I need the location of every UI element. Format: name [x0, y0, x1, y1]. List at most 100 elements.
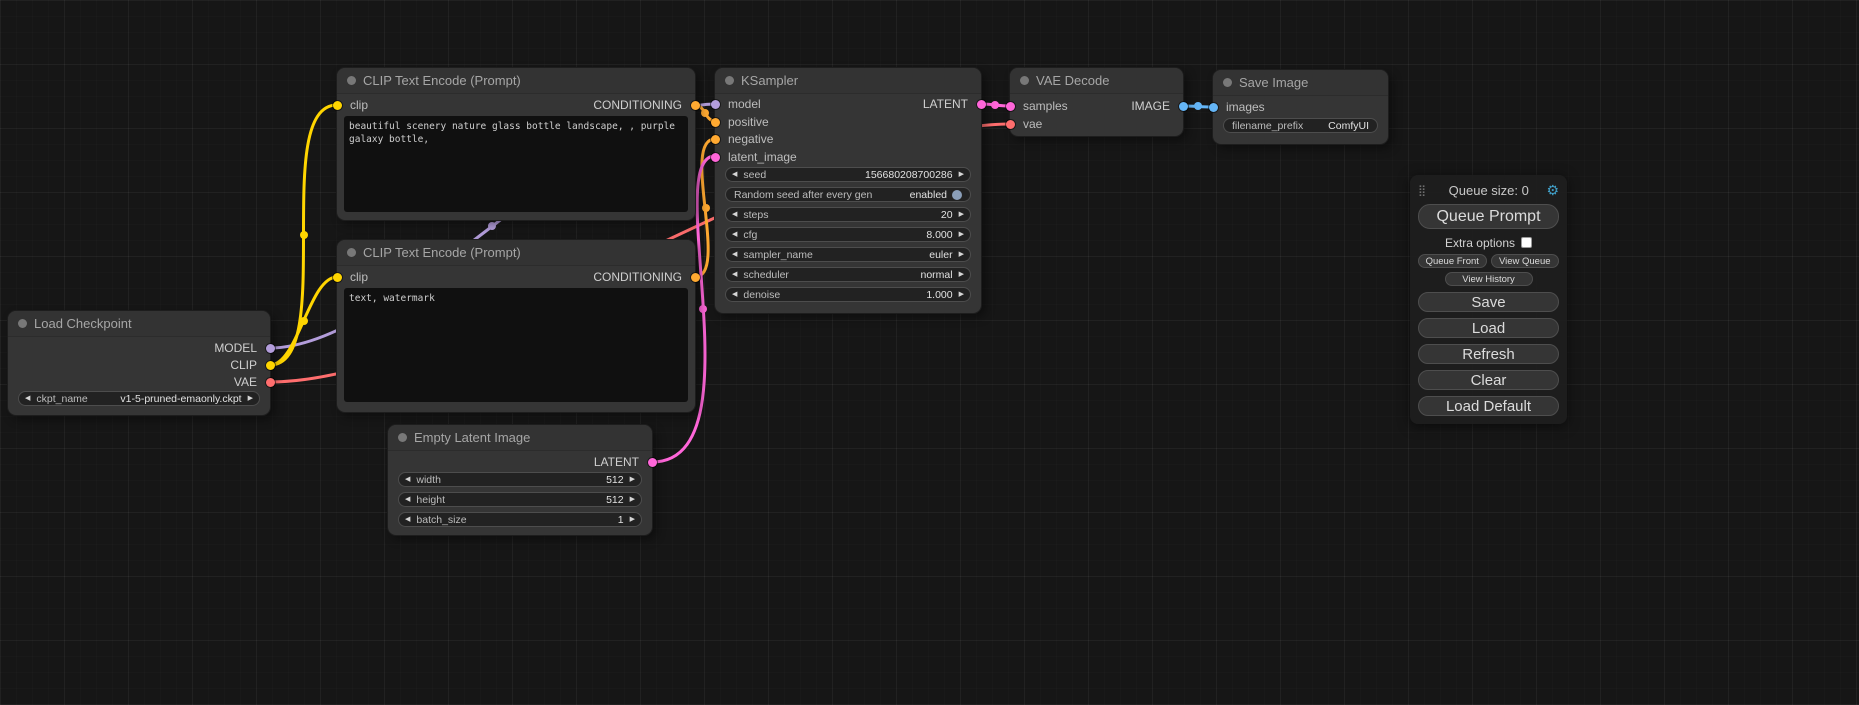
collapse-dot-icon[interactable]	[1223, 78, 1232, 87]
clip-input-port[interactable]	[333, 101, 342, 110]
extra-options-row: Extra options	[1418, 236, 1559, 249]
model-input-port[interactable]	[711, 100, 720, 109]
increment-arrow-icon[interactable]: ▶	[959, 171, 964, 178]
view-queue-button[interactable]: View Queue	[1491, 254, 1560, 268]
node-clip-text-encode-negative[interactable]: CLIP Text Encode (Prompt) clip CONDITION…	[337, 240, 695, 412]
ckpt-name-widget[interactable]: ◀ ckpt_name v1-5-pruned-emaonly.ckpt ▶	[18, 391, 260, 406]
queue-front-button[interactable]: Queue Front	[1418, 254, 1487, 268]
increment-arrow-icon[interactable]: ▶	[248, 395, 253, 402]
toggle-knob-icon[interactable]	[952, 190, 962, 200]
increment-arrow-icon[interactable]: ▶	[959, 211, 964, 218]
collapse-dot-icon[interactable]	[398, 433, 407, 442]
node-title-bar[interactable]: Save Image	[1213, 70, 1388, 96]
settings-gear-icon[interactable]: ⚙	[1546, 183, 1559, 197]
queue-menu-panel: ⣿ Queue size: 0 ⚙ Queue Prompt Extra opt…	[1410, 175, 1567, 424]
latent-output-port[interactable]	[977, 100, 986, 109]
queue-panel-header: ⣿ Queue size: 0 ⚙	[1418, 181, 1559, 199]
vae-input-port[interactable]	[1006, 120, 1015, 129]
random-seed-toggle-widget[interactable]: Random seed after every gen enabled	[725, 187, 971, 202]
decrement-arrow-icon[interactable]: ◀	[25, 395, 30, 402]
widget-label: steps	[743, 209, 768, 221]
decrement-arrow-icon[interactable]: ◀	[732, 251, 737, 258]
node-title-bar[interactable]: CLIP Text Encode (Prompt)	[337, 68, 695, 94]
decrement-arrow-icon[interactable]: ◀	[732, 171, 737, 178]
collapse-dot-icon[interactable]	[725, 76, 734, 85]
decrement-arrow-icon[interactable]: ◀	[732, 271, 737, 278]
slot-label: images	[1226, 100, 1265, 114]
clip-input-port[interactable]	[333, 273, 342, 282]
collapse-dot-icon[interactable]	[347, 248, 356, 257]
node-clip-text-encode-positive[interactable]: CLIP Text Encode (Prompt) clip CONDITION…	[337, 68, 695, 220]
collapse-dot-icon[interactable]	[347, 76, 356, 85]
node-title-bar[interactable]: Load Checkpoint	[8, 311, 270, 337]
filename-prefix-widget[interactable]: filename_prefix ComfyUI	[1223, 118, 1378, 133]
seed-widget[interactable]: ◀ seed 156680208700286 ▶	[725, 167, 971, 182]
vae-output-port[interactable]	[266, 378, 275, 387]
refresh-button[interactable]: Refresh	[1418, 344, 1559, 364]
node-title-bar[interactable]: Empty Latent Image	[388, 425, 652, 451]
output-slot-clip: CLIP	[8, 357, 270, 373]
node-title-bar[interactable]: CLIP Text Encode (Prompt)	[337, 240, 695, 266]
node-ksampler[interactable]: KSampler model LATENT positive negative …	[715, 68, 981, 313]
save-button[interactable]: Save	[1418, 292, 1559, 312]
load-button[interactable]: Load	[1418, 318, 1559, 338]
wire-midpoint-dot	[702, 204, 710, 212]
view-history-button[interactable]: View History	[1445, 272, 1533, 286]
decrement-arrow-icon[interactable]: ◀	[732, 291, 737, 298]
prompt-textarea[interactable]: beautiful scenery nature glass bottle la…	[344, 116, 688, 212]
denoise-widget[interactable]: ◀ denoise 1.000 ▶	[725, 287, 971, 302]
load-default-button[interactable]: Load Default	[1418, 396, 1559, 416]
steps-widget[interactable]: ◀ steps 20 ▶	[725, 207, 971, 222]
negative-input-port[interactable]	[711, 135, 720, 144]
node-load-checkpoint[interactable]: Load Checkpoint MODEL CLIP VAE ◀ ckpt_na…	[8, 311, 270, 415]
sampler-name-widget[interactable]: ◀ sampler_name euler ▶	[725, 247, 971, 262]
decrement-arrow-icon[interactable]: ◀	[405, 476, 410, 483]
queue-prompt-button[interactable]: Queue Prompt	[1418, 204, 1559, 229]
decrement-arrow-icon[interactable]: ◀	[405, 496, 410, 503]
decrement-arrow-icon[interactable]: ◀	[732, 211, 737, 218]
images-input-port[interactable]	[1209, 103, 1218, 112]
slot-label: IMAGE	[1131, 99, 1170, 113]
positive-input-port[interactable]	[711, 118, 720, 127]
batch-size-widget[interactable]: ◀ batch_size 1 ▶	[398, 512, 642, 527]
clip-output-port[interactable]	[266, 361, 275, 370]
increment-arrow-icon[interactable]: ▶	[630, 496, 635, 503]
extra-options-checkbox[interactable]	[1521, 237, 1532, 248]
node-save-image[interactable]: Save Image images filename_prefix ComfyU…	[1213, 70, 1388, 144]
wire-midpoint-dot	[300, 317, 308, 325]
node-title-bar[interactable]: KSampler	[715, 68, 981, 94]
conditioning-output-port[interactable]	[691, 273, 700, 282]
width-widget[interactable]: ◀ width 512 ▶	[398, 472, 642, 487]
scheduler-widget[interactable]: ◀ scheduler normal ▶	[725, 267, 971, 282]
node-empty-latent-image[interactable]: Empty Latent Image LATENT ◀ width 512 ▶ …	[388, 425, 652, 535]
node-title: Empty Latent Image	[414, 430, 530, 445]
wire-midpoint-dot	[991, 101, 999, 109]
widget-value: 20	[775, 209, 953, 221]
drag-handle-icon[interactable]: ⣿	[1418, 184, 1426, 197]
increment-arrow-icon[interactable]: ▶	[959, 251, 964, 258]
increment-arrow-icon[interactable]: ▶	[630, 516, 635, 523]
collapse-dot-icon[interactable]	[1020, 76, 1029, 85]
height-widget[interactable]: ◀ height 512 ▶	[398, 492, 642, 507]
prompt-textarea[interactable]: text, watermark	[344, 288, 688, 402]
increment-arrow-icon[interactable]: ▶	[959, 291, 964, 298]
clear-button[interactable]: Clear	[1418, 370, 1559, 390]
node-vae-decode[interactable]: VAE Decode samples IMAGE vae	[1010, 68, 1183, 136]
wire-midpoint-dot	[1194, 102, 1202, 110]
input-slot-latent-image: latent_image	[715, 149, 981, 165]
increment-arrow-icon[interactable]: ▶	[959, 271, 964, 278]
increment-arrow-icon[interactable]: ▶	[630, 476, 635, 483]
decrement-arrow-icon[interactable]: ◀	[405, 516, 410, 523]
increment-arrow-icon[interactable]: ▶	[959, 231, 964, 238]
node-title-bar[interactable]: VAE Decode	[1010, 68, 1183, 94]
conditioning-output-port[interactable]	[691, 101, 700, 110]
samples-input-port[interactable]	[1006, 102, 1015, 111]
cfg-widget[interactable]: ◀ cfg 8.000 ▶	[725, 227, 971, 242]
latent-image-input-port[interactable]	[711, 153, 720, 162]
decrement-arrow-icon[interactable]: ◀	[732, 231, 737, 238]
output-slot-model: MODEL	[8, 340, 270, 356]
image-output-port[interactable]	[1179, 102, 1188, 111]
collapse-dot-icon[interactable]	[18, 319, 27, 328]
model-output-port[interactable]	[266, 344, 275, 353]
latent-output-port[interactable]	[648, 458, 657, 467]
